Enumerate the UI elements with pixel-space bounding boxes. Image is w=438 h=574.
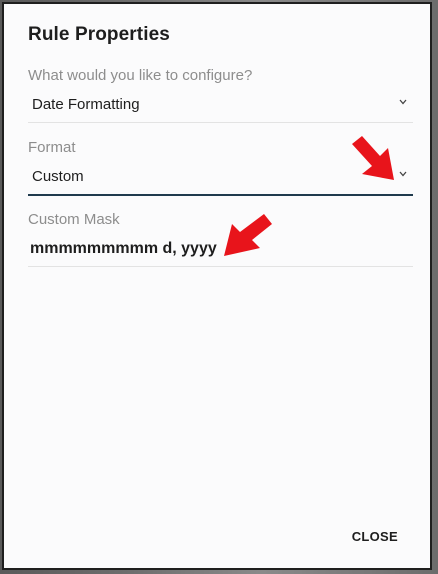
dialog-title: Rule Properties <box>28 24 170 45</box>
custom-mask-value: mmmmmmmmm d, yyyy <box>30 240 217 257</box>
configure-field: What would you like to configure? Date F… <box>28 66 413 123</box>
chevron-down-icon[interactable] <box>399 171 407 179</box>
configure-label: What would you like to configure? <box>28 67 253 84</box>
red-arrow-icon <box>352 136 394 180</box>
red-arrow-icon <box>224 214 272 256</box>
configure-select[interactable]: Date Formatting <box>28 92 413 123</box>
close-button[interactable]: CLOSE <box>350 525 400 548</box>
chevron-down-icon[interactable] <box>399 99 407 107</box>
rule-properties-dialog: Rule Properties What would you like to c… <box>2 2 432 570</box>
configure-value: Date Formatting <box>32 96 140 113</box>
format-value: Custom <box>32 168 84 185</box>
